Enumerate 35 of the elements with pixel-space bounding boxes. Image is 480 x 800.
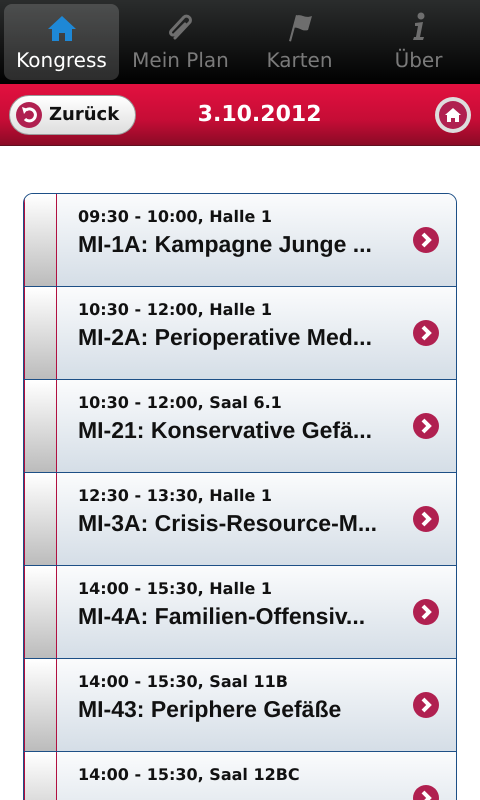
session-title: MI-3A: Crisis-Resource-M... xyxy=(78,510,378,537)
session-title: MI-21: Konservative Gefä... xyxy=(78,417,373,444)
session-item[interactable]: 10:30 - 12:00, Halle 1 MI-2A: Perioperative Med... xyxy=(57,287,456,379)
session-time: 10:30 - 12:00, Halle 1 xyxy=(78,300,273,320)
chevron-icon xyxy=(412,598,440,626)
session-item[interactable]: 12:30 - 13:30, Halle 1 MI-3A: Crisis-Resource-M... xyxy=(57,473,456,565)
session-item[interactable]: 14:00 - 15:30, Saal 11B MI-43: Periphere Gefäße xyxy=(57,659,456,751)
session-title: MI-4A: Familien-Offensiv... xyxy=(78,603,366,630)
chevron-icon xyxy=(412,412,440,440)
back-button[interactable]: Zurück xyxy=(9,94,136,134)
session-time: 14:00 - 15:30, Saal 11B xyxy=(78,672,289,692)
home-icon xyxy=(46,14,76,42)
back-icon xyxy=(15,100,43,128)
session-time: 12:30 - 13:30, Halle 1 xyxy=(78,486,273,506)
tab[interactable]: Karten xyxy=(242,4,357,80)
session-item[interactable]: 10:30 - 12:00, Saal 6.1 MI-21: Konservative Gefä... xyxy=(57,380,456,472)
session-title: MI-43: Periphere Gefäße xyxy=(78,696,342,723)
chevron-icon xyxy=(412,691,440,719)
session-title: MI-2A: Perioperative Med... xyxy=(78,324,373,351)
session-time: 14:00 - 15:30, Saal 12BC xyxy=(78,765,301,785)
home-button[interactable] xyxy=(435,96,471,132)
session-item[interactable]: 14:00 - 15:30, Halle 1 MI-4A: Familien-Offensiv... xyxy=(57,566,456,658)
session-title: MI-1A: Kampagne Junge ... xyxy=(78,231,373,258)
date-title: 3.10.2012 xyxy=(196,102,323,127)
session-time: 10:30 - 12:00, Saal 6.1 xyxy=(78,393,283,413)
chevron-icon xyxy=(412,505,440,533)
session-time: 14:00 - 15:30, Halle 1 xyxy=(78,579,273,599)
session-time: 09:30 - 10:00, Halle 1 xyxy=(78,207,273,227)
tab[interactable]: Über xyxy=(361,4,476,80)
tab[interactable]: Mein Plan xyxy=(123,4,238,80)
session-item[interactable]: 14:00 - 15:30, Saal 12BC xyxy=(57,752,456,800)
tab[interactable]: Kongress xyxy=(4,4,119,80)
session-item[interactable]: 09:30 - 10:00, Halle 1 MI-1A: Kampagne Junge ... xyxy=(57,194,456,286)
chevron-icon xyxy=(412,319,440,347)
chevron-icon xyxy=(412,226,440,254)
